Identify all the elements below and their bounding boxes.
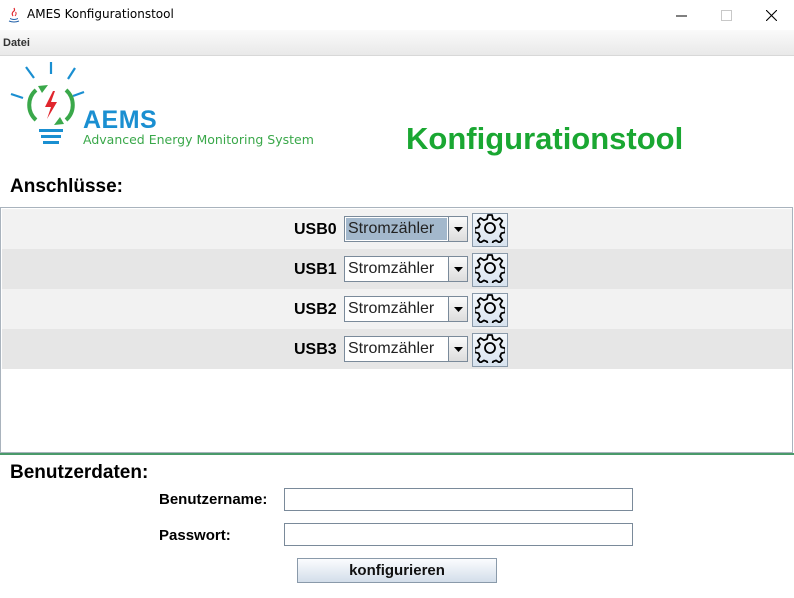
window-title: AMES Konfigurationstool	[27, 7, 174, 21]
port-type-value: Stromzähler	[346, 218, 447, 240]
credentials-heading: Benutzerdaten:	[10, 462, 149, 483]
minimize-button[interactable]	[658, 0, 704, 30]
logo-title: AEMS	[83, 106, 158, 134]
port-row-usb3: USB3 Stromzähler	[2, 329, 792, 369]
port-type-combo[interactable]: Stromzähler	[344, 256, 468, 282]
port-type-value: Stromzähler	[348, 300, 435, 317]
port-row-usb2: USB2 Stromzähler	[2, 289, 792, 329]
port-type-combo[interactable]: Stromzähler	[344, 296, 468, 322]
port-row-usb1: USB1 Stromzähler	[2, 249, 792, 289]
close-button[interactable]	[748, 0, 794, 30]
maximize-icon	[720, 9, 732, 21]
gear-icon	[473, 213, 507, 248]
chevron-down-icon[interactable]	[448, 297, 467, 321]
port-label: USB1	[294, 261, 337, 278]
password-field[interactable]	[284, 523, 633, 546]
maximize-button[interactable]	[703, 0, 749, 30]
window-titlebar[interactable]: AMES Konfigurationstool	[0, 0, 794, 30]
settings-button[interactable]	[472, 213, 508, 247]
settings-button[interactable]	[472, 333, 508, 367]
section-divider	[0, 453, 794, 455]
chevron-down-icon[interactable]	[448, 337, 467, 361]
menu-datei[interactable]: Datei	[3, 37, 30, 49]
page-title: Konfigurationstool	[406, 121, 684, 156]
ports-heading: Anschlüsse:	[10, 176, 123, 197]
gear-icon	[473, 253, 507, 288]
configure-button[interactable]: konfigurieren	[297, 558, 497, 583]
port-label: USB2	[294, 301, 337, 318]
gear-icon	[473, 293, 507, 328]
logo-subtitle: Advanced Energy Monitoring System	[83, 132, 314, 147]
port-row-usb0: USB0 Stromzähler	[2, 209, 792, 249]
lightbulb-logo-icon	[10, 62, 85, 144]
port-type-value: Stromzähler	[348, 340, 435, 357]
java-app-icon	[6, 7, 22, 23]
settings-button[interactable]	[472, 253, 508, 287]
password-label: Passwort:	[159, 527, 231, 544]
chevron-down-icon[interactable]	[448, 257, 467, 281]
chevron-down-icon[interactable]	[448, 217, 467, 241]
port-type-combo[interactable]: Stromzähler	[344, 336, 468, 362]
username-field[interactable]	[284, 488, 633, 511]
port-type-value: Stromzähler	[348, 260, 435, 277]
settings-button[interactable]	[472, 293, 508, 327]
port-label: USB0	[294, 221, 337, 238]
ports-panel: USB0 Stromzähler USB1 Stromzähler USB2 S…	[0, 207, 793, 453]
close-icon	[765, 9, 777, 21]
menu-bar: Datei	[0, 30, 794, 56]
minimize-icon	[675, 15, 687, 16]
username-label: Benutzername:	[159, 491, 268, 508]
port-type-combo[interactable]: Stromzähler	[344, 216, 468, 242]
port-label: USB3	[294, 341, 337, 358]
gear-icon	[473, 333, 507, 368]
